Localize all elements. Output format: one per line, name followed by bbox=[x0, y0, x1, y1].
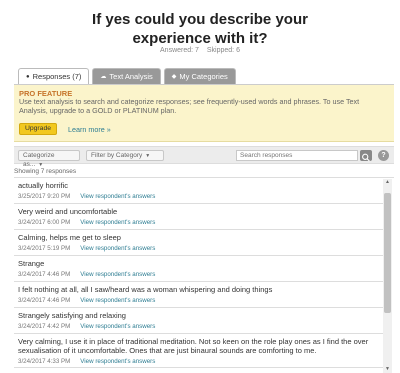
list-item: Strange 3/24/2017 4:46 PM View respondent… bbox=[14, 256, 384, 282]
scrollbar-thumb[interactable] bbox=[384, 193, 391, 313]
skipped-count: Skipped: 6 bbox=[206, 47, 240, 54]
response-text: Strange bbox=[18, 259, 45, 268]
help-icon[interactable]: ? bbox=[378, 150, 389, 161]
view-respondent-link[interactable]: View respondent's answers bbox=[80, 245, 155, 252]
learn-more-link[interactable]: Learn more » bbox=[68, 125, 111, 134]
search-input[interactable] bbox=[236, 150, 358, 161]
chevron-down-icon: ▼ bbox=[145, 153, 151, 159]
speech-bubble-icon: ● bbox=[26, 74, 30, 80]
search-icon bbox=[362, 153, 370, 162]
tab-bar: ● Responses (7) ☁ Text Analysis ◆ My Cat… bbox=[18, 68, 239, 85]
tab-responses[interactable]: ● Responses (7) bbox=[18, 68, 90, 85]
list-item: Calming, helps me get to sleep 3/24/2017… bbox=[14, 230, 384, 256]
list-item: actually horrific 3/25/2017 9:20 PM View … bbox=[14, 178, 384, 204]
response-text: Calming, helps me get to sleep bbox=[18, 233, 121, 242]
scroll-up-icon[interactable]: ▲ bbox=[383, 179, 392, 186]
question-title: If yes could you describe your experienc… bbox=[92, 11, 308, 47]
filter-category-label: Filter by Category bbox=[91, 152, 143, 159]
view-respondent-link[interactable]: View respondent's answers bbox=[80, 219, 155, 226]
view-respondent-link[interactable]: View respondent's answers bbox=[80, 358, 155, 365]
response-text: actually horrific bbox=[18, 181, 69, 190]
response-text: Strangely satisfying and relaxing bbox=[18, 311, 126, 320]
response-timestamp: 3/24/2017 4:46 PM bbox=[18, 271, 71, 278]
pro-feature-banner: PRO FEATURE Use text analysis to search … bbox=[14, 85, 394, 142]
upgrade-button[interactable]: Upgrade bbox=[19, 123, 57, 135]
search-button[interactable] bbox=[360, 150, 372, 162]
view-respondent-link[interactable]: View respondent's answers bbox=[80, 297, 155, 304]
response-text: I felt nothing at all, all I saw/heard w… bbox=[18, 285, 273, 294]
response-text: Very weird and uncomfortable bbox=[18, 207, 118, 216]
cloud-icon: ☁ bbox=[100, 73, 107, 80]
response-timestamp: 3/25/2017 9:20 PM bbox=[18, 193, 71, 200]
list-item: Very weird and uncomfortable 3/24/2017 6… bbox=[14, 204, 384, 230]
tab-my-categories-label: My Categories bbox=[179, 71, 228, 81]
response-text: Very calming, I use it in place of tradi… bbox=[18, 337, 369, 355]
filter-category-dropdown[interactable]: Filter by Category ▼ bbox=[86, 150, 164, 161]
categorize-dropdown[interactable]: Categorize as... ▼ bbox=[18, 150, 80, 168]
response-stats: Answered: 7 Skipped: 6 bbox=[0, 47, 400, 54]
response-timestamp: 3/24/2017 4:42 PM bbox=[18, 323, 71, 330]
view-respondent-link[interactable]: View respondent's answers bbox=[80, 193, 155, 200]
scroll-down-icon[interactable]: ▼ bbox=[383, 366, 392, 373]
response-timestamp: 3/24/2017 4:33 PM bbox=[18, 358, 71, 365]
response-timestamp: 3/24/2017 4:46 PM bbox=[18, 297, 71, 304]
list-item: Strangely satisfying and relaxing 3/24/2… bbox=[14, 308, 384, 334]
pro-feature-text: Use text analysis to search and categori… bbox=[19, 97, 360, 115]
response-scrollbar[interactable]: ▲ ▼ bbox=[383, 179, 392, 373]
tab-responses-label: Responses (7) bbox=[32, 72, 82, 81]
response-timestamp: 3/24/2017 6:00 PM bbox=[18, 219, 71, 226]
list-item: I felt nothing at all, all I saw/heard w… bbox=[14, 282, 384, 308]
showing-count: Showing 7 responses bbox=[14, 168, 77, 175]
answered-count: Answered: 7 bbox=[160, 47, 199, 54]
tab-text-analysis[interactable]: ☁ Text Analysis bbox=[92, 68, 161, 84]
tab-my-categories[interactable]: ◆ My Categories bbox=[163, 68, 236, 84]
filter-bar: Categorize as...▼ Filter by Category▼ ? bbox=[14, 146, 394, 168]
view-respondent-link[interactable]: View respondent's answers bbox=[80, 271, 155, 278]
response-timestamp: 3/24/2017 5:19 PM bbox=[18, 245, 71, 252]
response-list: actually horrific 3/25/2017 9:20 PM View … bbox=[14, 177, 394, 373]
view-respondent-link[interactable]: View respondent's answers bbox=[80, 323, 155, 330]
tab-text-analysis-label: Text Analysis bbox=[109, 71, 153, 81]
tag-icon: ◆ bbox=[171, 73, 177, 80]
list-item: Very calming, I use it in place of tradi… bbox=[14, 334, 384, 368]
